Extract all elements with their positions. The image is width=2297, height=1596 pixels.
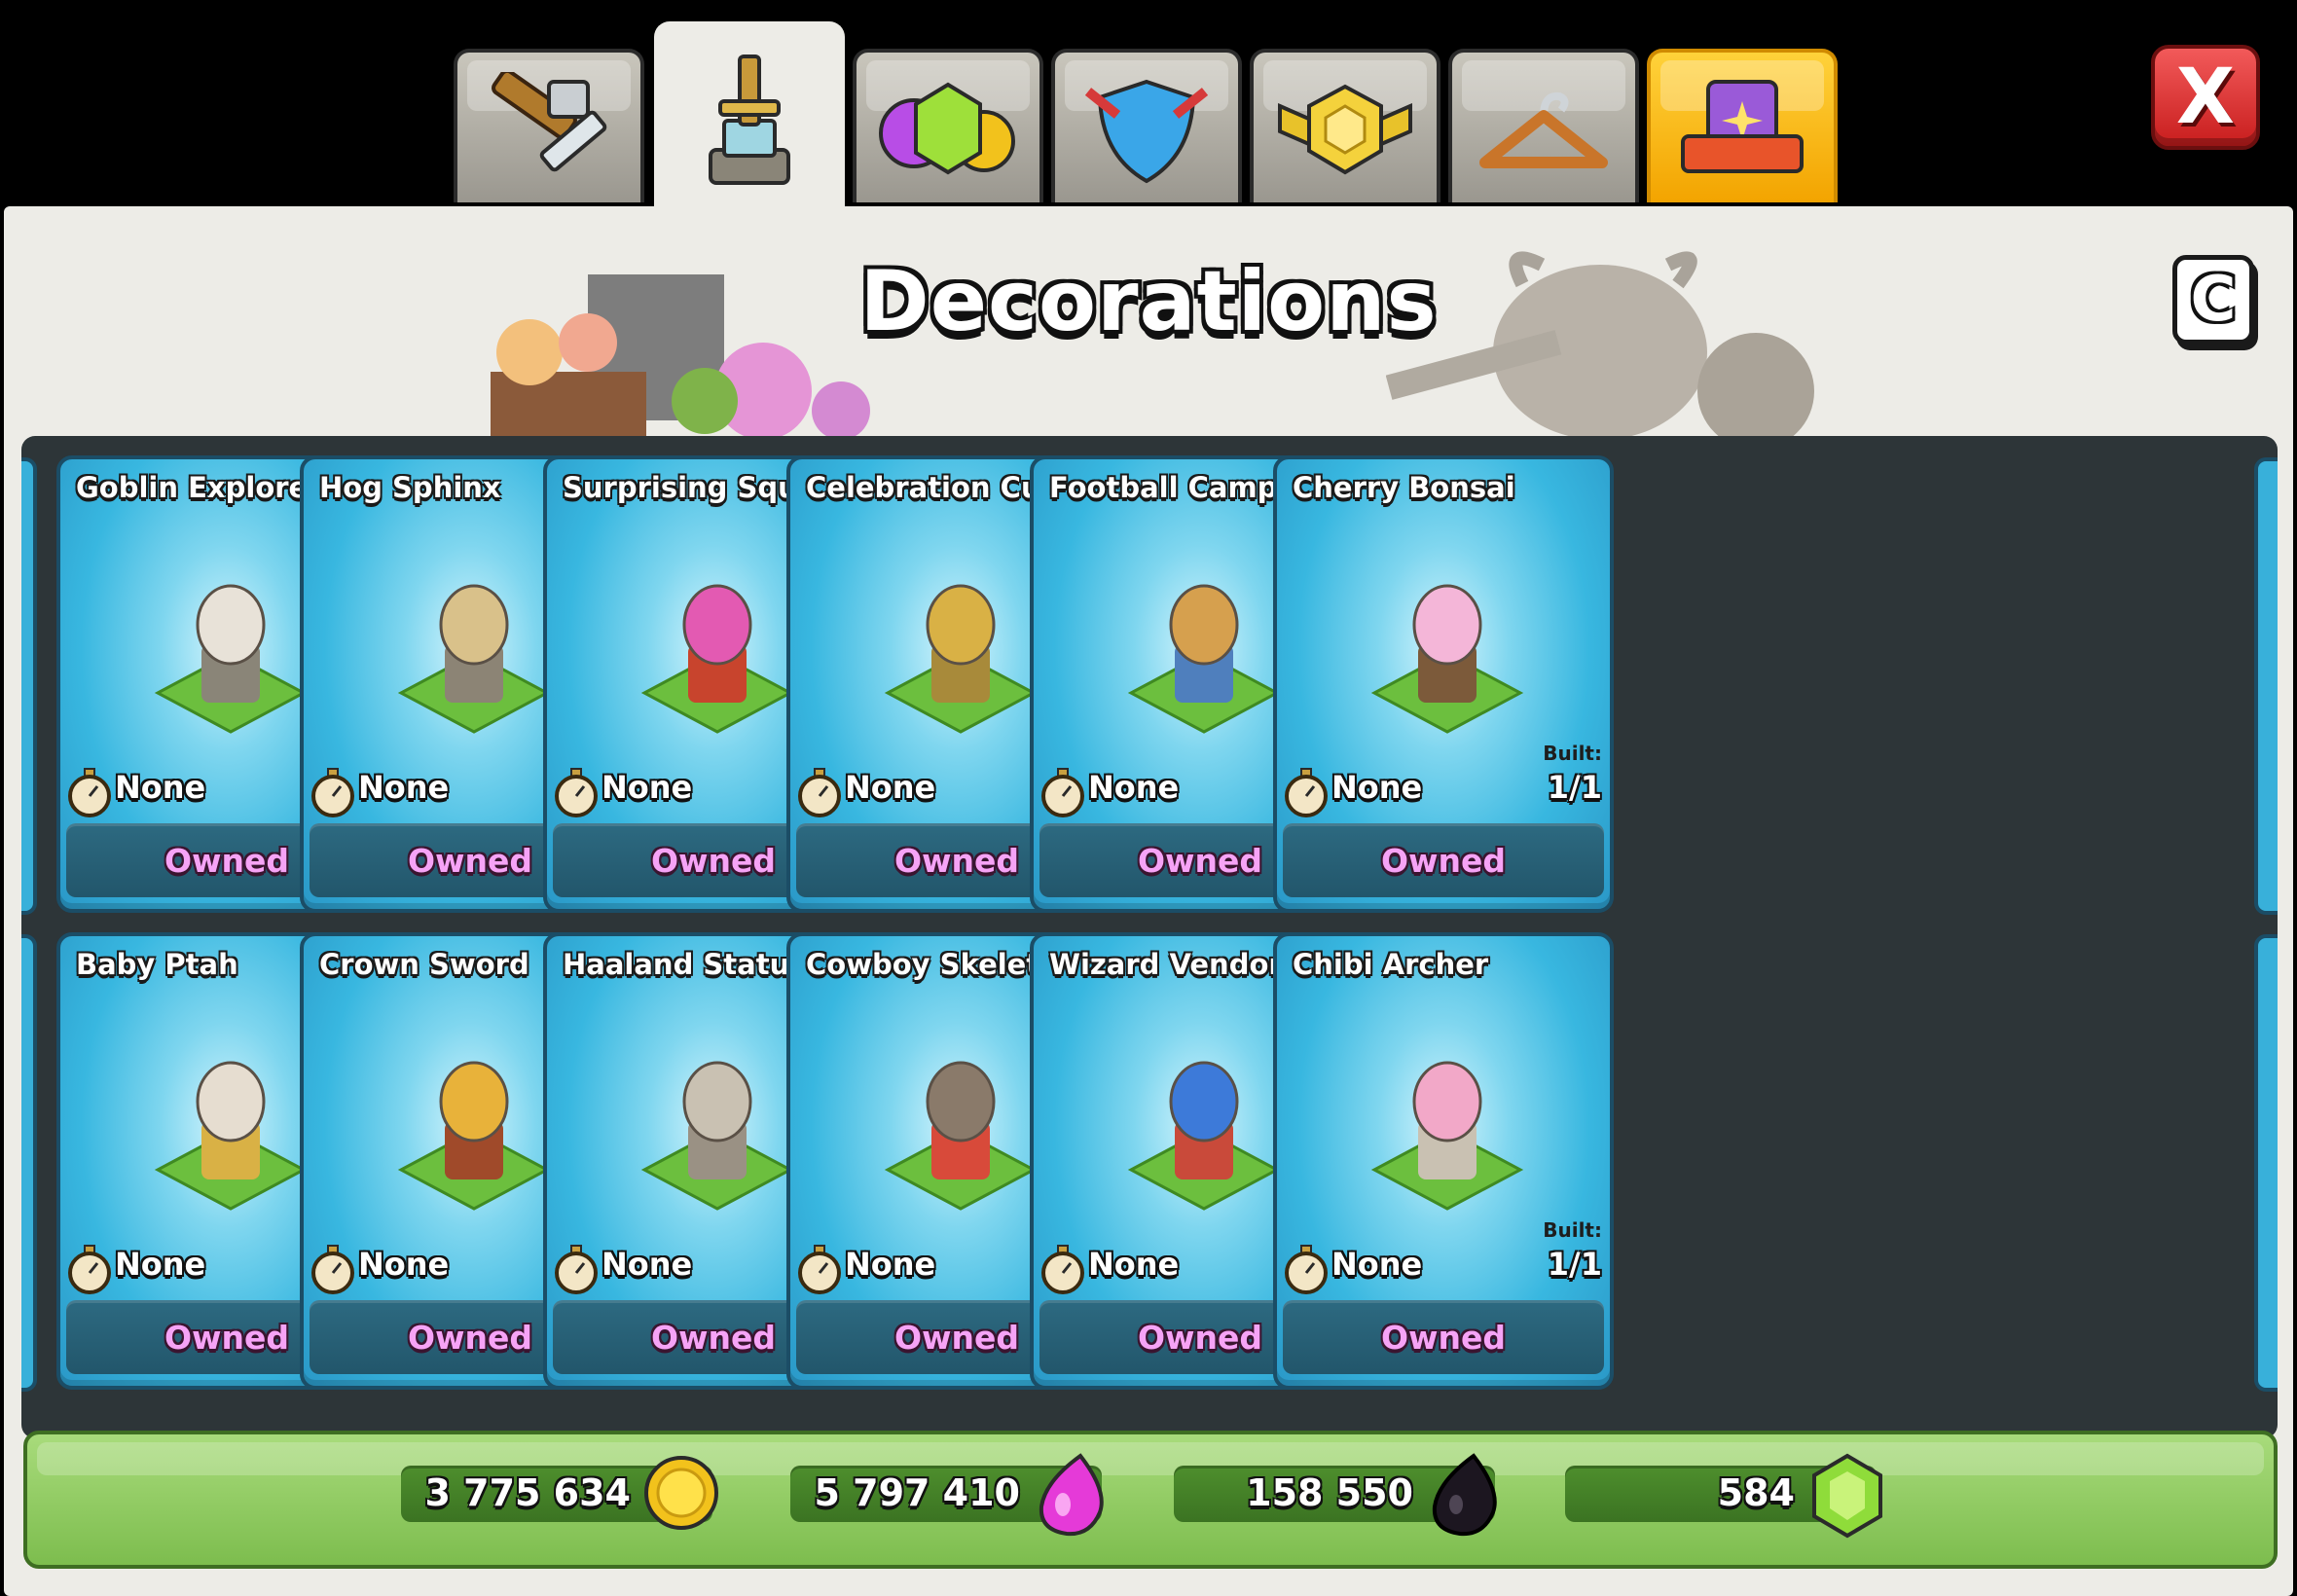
close-button[interactable]: X xyxy=(2151,45,2260,150)
decoration-preview-icon xyxy=(640,584,794,734)
shop-panel: Decorations C Goblin ExplorerNoneBuilt:1… xyxy=(4,206,2293,1596)
gold-value: 3 775 634 xyxy=(424,1471,631,1514)
build-time: None xyxy=(1088,1246,1180,1283)
tab-treasure[interactable] xyxy=(853,49,1043,202)
elixir-counter: 5 797 410 xyxy=(790,1453,1104,1537)
stopwatch-icon xyxy=(311,768,354,817)
build-time: None xyxy=(602,769,693,806)
dark-elixir-drop-icon xyxy=(1432,1453,1497,1537)
stopwatch-icon xyxy=(68,768,111,817)
elixir-drop-icon xyxy=(1039,1453,1104,1537)
tab-builder[interactable] xyxy=(454,49,644,202)
decoration-name: Cherry Bonsai xyxy=(1293,471,1515,504)
gold-coin-icon xyxy=(644,1456,718,1530)
build-time: None xyxy=(1331,769,1423,806)
build-time: None xyxy=(845,769,936,806)
build-time: None xyxy=(115,1246,206,1283)
decoration-preview-icon xyxy=(1127,584,1281,734)
decoration-preview-icon xyxy=(154,584,308,734)
build-time: None xyxy=(115,769,206,806)
dark-elixir-value: 158 550 xyxy=(1246,1471,1413,1514)
card-edge-left xyxy=(21,457,37,915)
build-time: None xyxy=(845,1246,936,1283)
decoration-preview-icon xyxy=(1370,1061,1524,1211)
built-count: 1/1 xyxy=(1547,1246,1602,1283)
category-badge[interactable]: C xyxy=(2172,255,2254,345)
top-tab-bar: X xyxy=(0,0,2297,208)
build-time: None xyxy=(358,769,450,806)
build-time: None xyxy=(358,1246,450,1283)
decoration-name: Chibi Archer xyxy=(1293,948,1489,981)
decoration-preview-icon xyxy=(397,1061,551,1211)
tab-league[interactable] xyxy=(1250,49,1440,202)
build-time: None xyxy=(602,1246,693,1283)
tab-decorations[interactable] xyxy=(654,21,845,208)
decoration-preview-icon xyxy=(640,1061,794,1211)
decoration-card[interactable]: Chibi Archer None Built: 1/1 Owned xyxy=(1273,932,1614,1390)
gem-value: 584 xyxy=(1717,1471,1795,1514)
decoration-preview-icon xyxy=(1370,584,1524,734)
header-banner: Decorations C xyxy=(4,206,2293,436)
built-label: Built: xyxy=(1543,1218,1602,1242)
stopwatch-icon xyxy=(798,768,841,817)
items-grid[interactable]: Goblin ExplorerNoneBuilt:1/1OwnedHog Sph… xyxy=(21,436,2278,1438)
build-time: None xyxy=(1088,769,1180,806)
card-edge-right xyxy=(2254,934,2278,1392)
stopwatch-icon xyxy=(1041,768,1084,817)
decoration-card[interactable]: Cherry Bonsai None Built: 1/1 Owned xyxy=(1273,455,1614,913)
page-title: Decorations xyxy=(859,253,1438,350)
stopwatch-icon xyxy=(68,1245,111,1294)
elixir-value: 5 797 410 xyxy=(814,1471,1020,1514)
close-icon: X xyxy=(2175,54,2236,141)
stopwatch-icon xyxy=(311,1245,354,1294)
gold-counter: 3 775 634 xyxy=(401,1456,718,1530)
stopwatch-icon xyxy=(1285,1245,1328,1294)
stopwatch-icon xyxy=(1041,1245,1084,1294)
tab-special[interactable] xyxy=(1647,49,1838,202)
gems-coins-icon xyxy=(879,82,1015,175)
decoration-preview-icon xyxy=(884,584,1038,734)
decoration-preview-icon xyxy=(1127,1061,1281,1211)
resource-bar xyxy=(23,1431,2278,1569)
stopwatch-icon xyxy=(555,768,598,817)
built-label: Built: xyxy=(1543,742,1602,765)
decoration-preview-icon xyxy=(154,1061,308,1211)
card-edge-right xyxy=(2254,457,2278,915)
cards-icon xyxy=(1681,80,1804,174)
build-time: None xyxy=(1331,1246,1423,1283)
built-count: 1/1 xyxy=(1547,769,1602,806)
stopwatch-icon xyxy=(798,1245,841,1294)
gem-counter: 584 xyxy=(1565,1453,1882,1539)
stopwatch-icon xyxy=(1285,768,1328,817)
owned-button[interactable]: Owned xyxy=(1283,823,1604,897)
tab-defense[interactable] xyxy=(1051,49,1242,202)
decoration-preview-icon xyxy=(884,1061,1038,1211)
sword-pedestal-icon xyxy=(709,54,790,185)
card-edge-left xyxy=(21,934,37,1392)
gem-icon xyxy=(1812,1453,1882,1539)
gold-badge-icon xyxy=(1278,84,1412,175)
stopwatch-icon xyxy=(555,1245,598,1294)
dark-elixir-counter: 158 550 xyxy=(1174,1453,1497,1537)
decoration-preview-icon xyxy=(397,584,551,734)
tab-skins[interactable] xyxy=(1448,49,1639,202)
owned-button[interactable]: Owned xyxy=(1283,1300,1604,1374)
builder-tools-icon xyxy=(492,72,607,172)
shield-icon xyxy=(1084,79,1209,184)
hanger-icon xyxy=(1479,91,1608,169)
